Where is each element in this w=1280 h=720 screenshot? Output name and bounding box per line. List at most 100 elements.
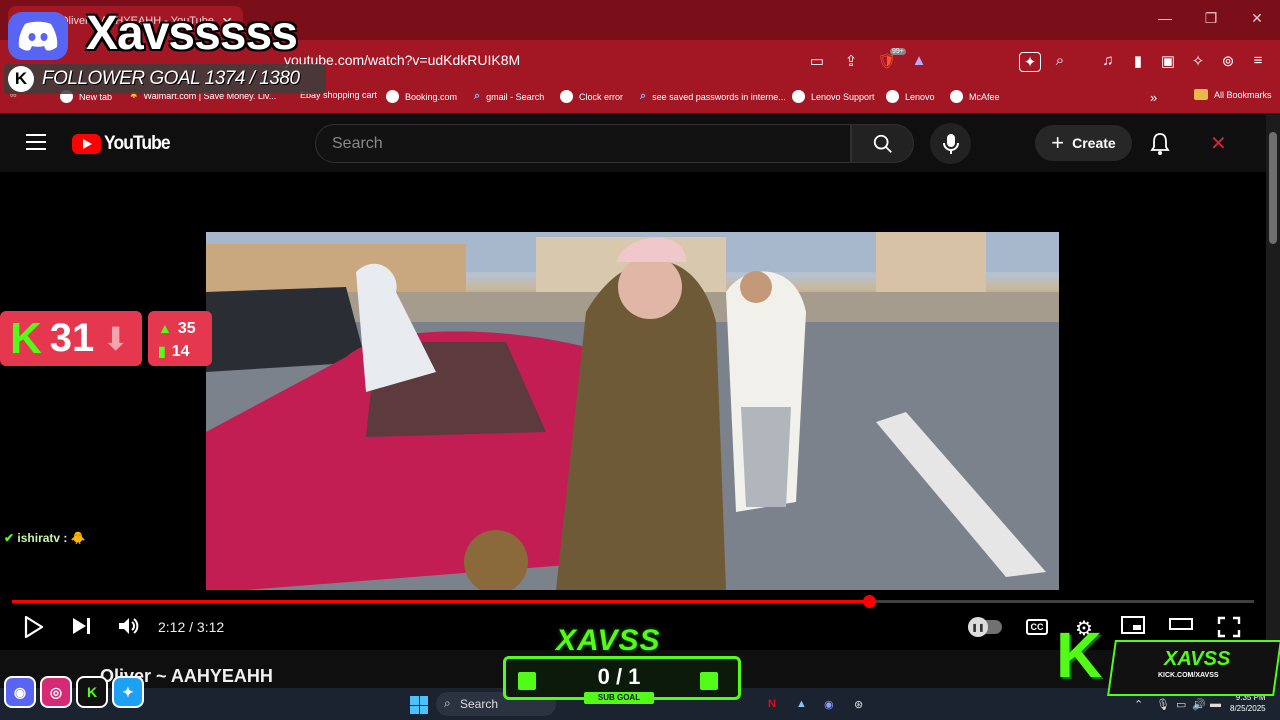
bookmark-lenovo-support[interactable]: Lenovo Support (792, 90, 875, 103)
discord-icon: ◉ (4, 676, 36, 708)
search-icon: ⌕ (474, 90, 481, 102)
bookmark-gmail-search[interactable]: ⌕ gmail - Search (474, 90, 544, 103)
media-icon[interactable]: ♫ (1097, 52, 1119, 69)
down-arrow-icon: ⬇ (102, 320, 130, 357)
time-display: 2:12 / 3:12 (158, 619, 225, 635)
bookmark-saved-passwords[interactable]: ⌕ see saved passwords in interne... (640, 90, 786, 103)
all-bookmarks[interactable]: All Bookmarks (1194, 89, 1272, 100)
kick-icon: K (10, 313, 42, 363)
leo-ai-icon[interactable]: ✧ (1187, 52, 1209, 70)
microphone-tray-icon[interactable]: 🎙 (1156, 698, 1170, 711)
stat-bars: 14 (171, 343, 190, 360)
search-icon: ⌕ (640, 90, 647, 102)
microphone-icon (942, 133, 959, 154)
search-input[interactable]: Search (315, 124, 851, 163)
volume-button[interactable] (118, 616, 140, 636)
streamer-name: Xavsssss (86, 7, 298, 60)
subtitles-button[interactable]: CC (1026, 619, 1048, 635)
rank-number: 31 (49, 316, 95, 360)
skip-next-icon (73, 618, 90, 634)
subgoal-count: 0 / 1 (597, 664, 641, 689)
progress-bar-played (12, 600, 869, 603)
twitter-icon: ✦ (112, 676, 144, 708)
bookmark-mcafee[interactable]: McAfee (950, 90, 1000, 103)
windows-start-icon[interactable] (410, 696, 428, 714)
globe-icon (386, 90, 399, 103)
play-button[interactable] (24, 616, 44, 638)
vpn-icon[interactable]: ⊚ (1217, 52, 1239, 70)
menu-icon[interactable]: ≡ (1247, 52, 1269, 69)
stat-up: 35 (177, 320, 196, 337)
kick-stats-widget: ▲ 35 ▮ 14 (148, 311, 212, 366)
trophy-icon (518, 672, 536, 690)
extensions-icon[interactable]: ✦ (1019, 52, 1041, 72)
hamburger-menu-icon[interactable] (26, 134, 46, 150)
app-icon[interactable]: ⊛ (854, 698, 863, 711)
pause-icon: ❚❚ (968, 617, 988, 637)
plus-icon: + (1051, 130, 1065, 155)
subgoal-label: SUB GOAL (584, 692, 654, 704)
chat-message: ✔ ishiratv : 🐥 (4, 531, 86, 545)
speaker-tray-icon[interactable]: 🔊 (1192, 698, 1206, 711)
verified-icon: ✔ (4, 531, 15, 545)
kick-icon: K (76, 676, 108, 708)
maximize-icon[interactable]: ❐ (1196, 10, 1226, 27)
youtube-logo[interactable]: YouTube (72, 133, 175, 155)
globe-icon (886, 90, 899, 103)
search-icon: ⌕ (444, 696, 451, 710)
minimize-icon[interactable]: — (1150, 10, 1180, 26)
share-icon[interactable]: ⇪ (840, 52, 862, 70)
brave-rewards-icon[interactable]: ▲ (908, 52, 930, 69)
brave-badge: 99+ (890, 48, 906, 55)
bookmark-booking[interactable]: Booking.com (386, 90, 457, 103)
discord-taskbar-icon[interactable]: ◉ (824, 698, 834, 711)
kick-logo-icon: K (1056, 619, 1103, 691)
find-icon[interactable]: ⌕ (1049, 52, 1071, 69)
cast-icon[interactable]: ▭ (806, 52, 828, 70)
photos-icon[interactable]: ▲ (796, 698, 807, 710)
volume-icon (119, 618, 139, 634)
notifications-bell-icon[interactable] (1150, 133, 1170, 160)
music-video-scene (206, 232, 1059, 590)
voice-search-button[interactable] (930, 123, 971, 164)
wallet-icon[interactable]: ▣ (1157, 52, 1179, 70)
account-x-icon[interactable]: ✕ (1210, 131, 1227, 156)
battery-tray-icon[interactable]: ▬ (1210, 698, 1221, 710)
display-tray-icon[interactable]: ▭ (1176, 698, 1186, 711)
sidebar-icon[interactable]: ▮ (1127, 52, 1149, 70)
globe-icon (560, 90, 573, 103)
chat-username: ishiratv (17, 531, 61, 545)
follower-goal-text: FOLLOWER GOAL 1374 / 1380 (42, 68, 300, 89)
bookmark-lenovo[interactable]: Lenovo (886, 90, 935, 103)
tray-chevron-icon[interactable]: ⌃ (1134, 698, 1143, 711)
follower-goal-widget: K FOLLOWER GOAL 1374 / 1380 (4, 64, 326, 94)
more-bookmarks-icon[interactable]: » (1150, 90, 1157, 105)
netflix-icon[interactable]: N (768, 698, 776, 710)
trophy-icon (700, 672, 718, 690)
bookmark-clock-error[interactable]: Clock error (560, 90, 623, 103)
subgoal-title: XAVSS (556, 624, 661, 657)
create-button[interactable]: + Create (1035, 125, 1132, 161)
instagram-icon: ◎ (40, 676, 72, 708)
globe-icon (950, 90, 963, 103)
video-frame[interactable] (206, 232, 1059, 590)
kick-rank-widget: K 31 ⬇ (0, 311, 142, 366)
window-close-icon[interactable]: ✕ (1242, 10, 1272, 27)
search-icon (873, 134, 892, 153)
discord-logo-icon (8, 12, 68, 60)
social-icons: ◉ ◎ K ✦ (4, 676, 144, 708)
kick-brand-widget: K XAVSS KICK.COM/XAVSS (1056, 612, 1280, 696)
scrollbar-thumb[interactable] (1269, 132, 1277, 244)
next-button[interactable] (71, 616, 93, 636)
search-button[interactable] (851, 124, 914, 163)
globe-icon (792, 90, 805, 103)
up-triangle-icon: ▲ (158, 320, 172, 336)
brand-url: KICK.COM/XAVSS (1158, 672, 1219, 679)
play-icon (24, 616, 44, 638)
chat-text: 🐥 (70, 531, 86, 545)
progress-scrubber[interactable] (863, 595, 876, 608)
folder-icon (1194, 89, 1208, 100)
bar-chart-icon: ▮ (158, 343, 166, 359)
youtube-play-icon (72, 134, 101, 154)
brand-name: XAVSS (1164, 648, 1231, 670)
